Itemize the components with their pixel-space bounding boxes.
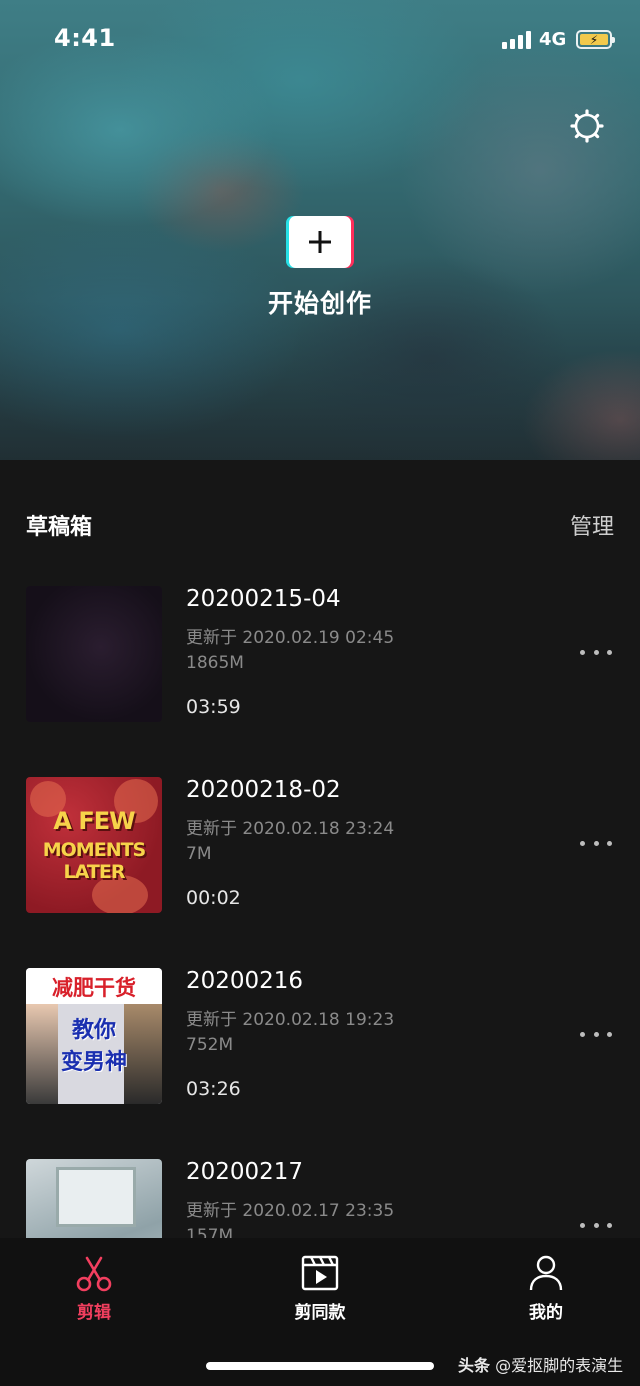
tab-label: 剪辑	[77, 1303, 111, 1323]
tab-edit[interactable]: 剪辑	[34, 1254, 154, 1323]
more-options-icon[interactable]	[580, 1219, 612, 1231]
tab-templates[interactable]: 剪同款	[260, 1254, 380, 1323]
draft-duration: 03:59	[186, 696, 241, 718]
manage-button[interactable]: 管理	[570, 509, 614, 541]
draft-item[interactable]: A FEW MOMENTS LATER 20200218-02 更新于 2020…	[0, 777, 640, 927]
thumb-text: 教你	[71, 1018, 116, 1043]
tab-label: 我的	[529, 1303, 563, 1323]
profile-icon	[529, 1255, 563, 1291]
settings-gear-icon[interactable]	[570, 109, 604, 143]
thumb-text: 变男神	[60, 1050, 127, 1075]
signal-icon	[502, 31, 531, 49]
start-create-label[interactable]: 开始创作	[220, 284, 420, 320]
draft-duration: 03:26	[186, 1078, 241, 1100]
draft-size: 752M	[186, 1035, 234, 1055]
drafts-title: 草稿箱	[26, 515, 93, 540]
network-label: 4G	[539, 29, 567, 50]
more-options-icon[interactable]	[580, 646, 612, 658]
more-options-icon[interactable]	[580, 1028, 612, 1040]
draft-title: 20200216	[186, 968, 304, 994]
draft-thumbnail[interactable]	[26, 586, 162, 722]
clapperboard-icon	[301, 1255, 339, 1291]
draft-updated: 更新于 2020.02.18 19:23	[186, 1010, 395, 1030]
thumb-text: A FEW	[53, 807, 135, 835]
draft-title: 20200215-04	[186, 586, 341, 612]
draft-updated: 更新于 2020.02.19 02:45	[186, 628, 395, 648]
draft-title: 20200217	[186, 1159, 304, 1185]
watermark: 头条 @爱抠脚的表演生	[458, 1352, 623, 1376]
draft-thumbnail[interactable]: 减肥干货 教你 变男神	[26, 968, 162, 1104]
watermark-brand: 头条	[458, 1356, 491, 1375]
status-time: 4:41	[54, 24, 116, 52]
tab-profile[interactable]: 我的	[486, 1254, 606, 1323]
plus-icon	[309, 231, 331, 253]
thumb-text: 减肥干货	[52, 976, 136, 1000]
start-create-button[interactable]	[286, 216, 354, 268]
draft-size: 1865M	[186, 653, 244, 673]
battery-icon: ⚡	[576, 30, 615, 49]
thumb-text: MOMENTS LATER	[42, 839, 147, 883]
draft-updated: 更新于 2020.02.17 23:35	[186, 1201, 395, 1221]
draft-item[interactable]: 20200215-04 更新于 2020.02.19 02:45 1865M 0…	[0, 586, 640, 736]
home-indicator	[206, 1362, 434, 1370]
draft-size: 7M	[186, 844, 212, 864]
watermark-handle: @爱抠脚的表演生	[495, 1356, 624, 1375]
scissors-icon	[76, 1256, 112, 1292]
tab-label: 剪同款	[294, 1303, 346, 1323]
more-options-icon[interactable]	[580, 837, 612, 849]
draft-item[interactable]: 减肥干货 教你 变男神 20200216 更新于 2020.02.18 19:2…	[0, 968, 640, 1118]
draft-duration: 00:02	[186, 887, 241, 909]
draft-title: 20200218-02	[186, 777, 341, 803]
draft-updated: 更新于 2020.02.18 23:24	[186, 819, 395, 839]
draft-thumbnail[interactable]: A FEW MOMENTS LATER	[26, 777, 162, 913]
